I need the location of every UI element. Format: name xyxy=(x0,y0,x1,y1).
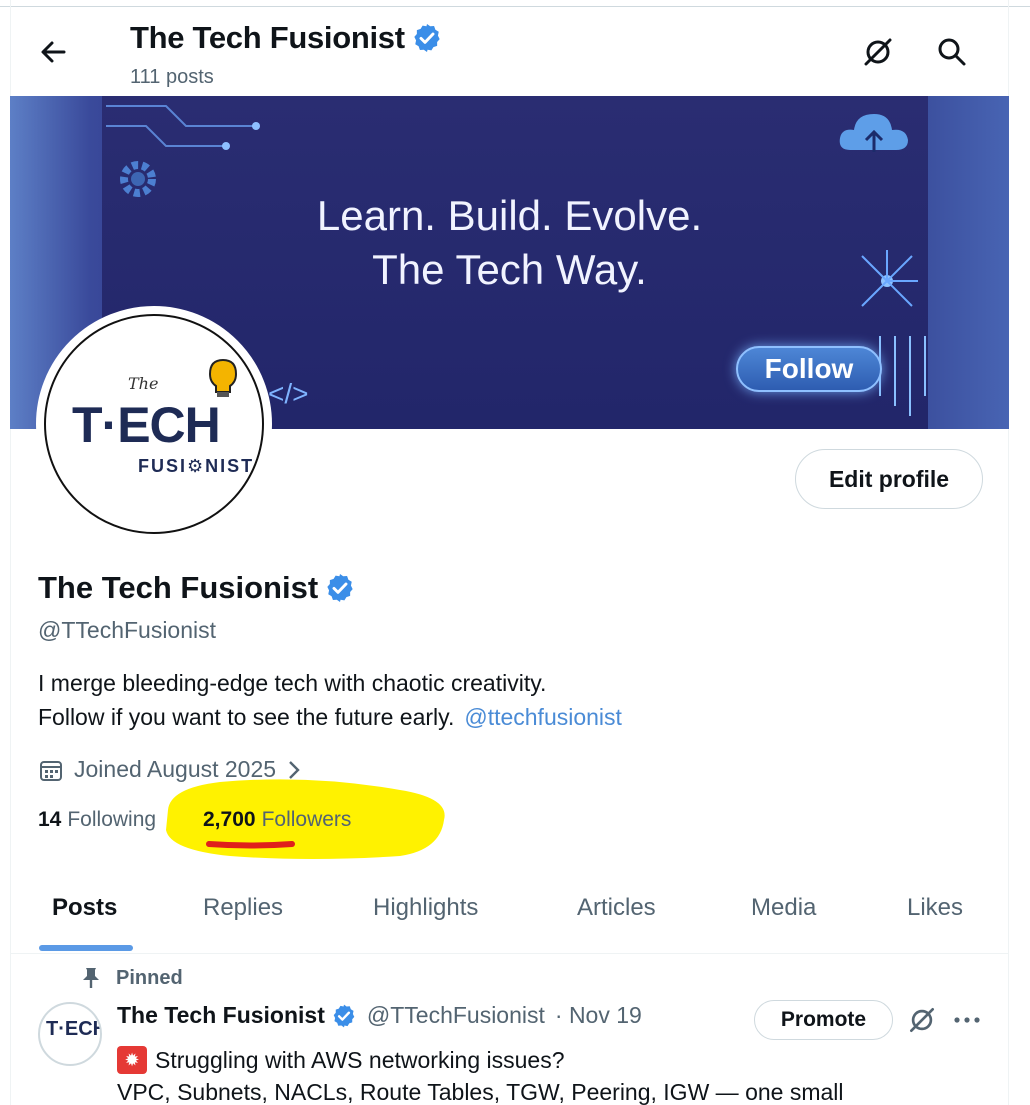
more-options-icon[interactable] xyxy=(952,1004,982,1036)
tab-media[interactable]: Media xyxy=(751,894,816,922)
pin-icon xyxy=(83,968,99,988)
calendar-icon xyxy=(40,760,62,781)
joined-date: Joined August 2025 xyxy=(38,756,302,783)
active-tab-indicator xyxy=(39,945,133,951)
followers-count: 2,700 xyxy=(203,808,256,831)
tab-posts[interactable]: Posts xyxy=(52,894,117,922)
bio-line-2: Follow if you want to see the future ear… xyxy=(38,704,622,731)
banner-headline: Learn. Build. Evolve. xyxy=(316,192,703,239)
bio-line-2-text: Follow if you want to see the future ear… xyxy=(38,704,455,730)
edit-profile-button[interactable]: Edit profile xyxy=(795,449,983,509)
post-author-name[interactable]: The Tech Fusionist xyxy=(117,1002,325,1029)
post-date[interactable]: · Nov 19 xyxy=(555,1002,642,1029)
profile-name-text: The Tech Fusionist xyxy=(38,570,319,605)
followers-stat[interactable]: 2,700 Followers xyxy=(203,808,351,832)
post-count: 111 posts xyxy=(130,66,214,88)
circuit-lines-icon xyxy=(879,336,926,416)
post-text-line-2: VPC, Subnets, NACLs, Route Tables, TGW, … xyxy=(117,1079,844,1105)
search-icon[interactable] xyxy=(934,34,970,70)
banner-subheadline: The Tech Way. xyxy=(372,246,647,293)
bio-line-1: I merge bleeding-edge tech with chaotic … xyxy=(38,670,547,696)
code-tag: </> xyxy=(268,378,309,409)
siren-emoji-icon: ✹ xyxy=(117,1046,147,1074)
profile-avatar[interactable]: The T·ECH FUSI⚙NIST xyxy=(36,306,272,542)
tab-highlights[interactable]: Highlights xyxy=(373,894,478,922)
followers-label: Followers xyxy=(261,808,352,831)
tab-replies[interactable]: Replies xyxy=(203,894,283,922)
profile-tabs: Posts Replies Highlights Articles Media … xyxy=(10,860,1009,954)
logo-tech-text: T·ECH xyxy=(72,397,221,453)
tab-articles[interactable]: Articles xyxy=(577,894,656,922)
post-header: The Tech Fusionist @TTechFusionist · Nov… xyxy=(117,1002,642,1029)
logo-fusionist-text: FUSI⚙NIST xyxy=(138,456,255,476)
post-avatar-logo-text: T·ECH xyxy=(46,1018,102,1040)
lightbulb-icon xyxy=(208,358,238,397)
pinned-label: Pinned xyxy=(116,966,183,989)
joined-date-text: Joined August 2025 xyxy=(74,756,277,782)
pinned-indicator: Pinned xyxy=(80,966,183,990)
header-title: The Tech Fusionist xyxy=(130,20,443,56)
post-author-handle[interactable]: @TTechFusionist xyxy=(367,1002,545,1029)
post-text-1: Struggling with AWS networking issues? xyxy=(155,1046,565,1073)
chevron-right-icon[interactable] xyxy=(286,758,302,782)
post-author-avatar[interactable]: T·ECH xyxy=(38,1002,102,1066)
header-title-text: The Tech Fusionist xyxy=(130,20,405,55)
post-text-line-1: ✹ Struggling with AWS networking issues? xyxy=(117,1046,565,1074)
cloud-upload-icon xyxy=(839,114,908,152)
following-stat[interactable]: 14 Following xyxy=(38,808,156,832)
banner-follow-graphic: Follow xyxy=(736,346,882,392)
verified-badge-icon[interactable] xyxy=(324,572,356,604)
bio-mention-link[interactable]: @ttechfusionist xyxy=(464,704,622,730)
following-label: Following xyxy=(67,808,157,831)
grok-icon[interactable] xyxy=(906,1004,938,1036)
profile-name: The Tech Fusionist xyxy=(38,570,356,606)
circuit-decoration-icon xyxy=(106,105,260,150)
grok-icon[interactable] xyxy=(860,34,896,70)
logo-the-text: The xyxy=(128,374,159,393)
promote-button[interactable]: Promote xyxy=(754,1000,893,1040)
tab-likes[interactable]: Likes xyxy=(907,894,963,922)
back-arrow-icon[interactable] xyxy=(36,34,72,70)
red-underline-annotation xyxy=(206,841,295,849)
profile-handle: @TTechFusionist xyxy=(38,617,217,643)
verified-badge-icon xyxy=(414,24,440,52)
verified-badge-icon xyxy=(333,1004,355,1027)
avatar-logo: The T·ECH FUSI⚙NIST xyxy=(44,314,264,534)
following-count: 14 xyxy=(38,808,62,831)
